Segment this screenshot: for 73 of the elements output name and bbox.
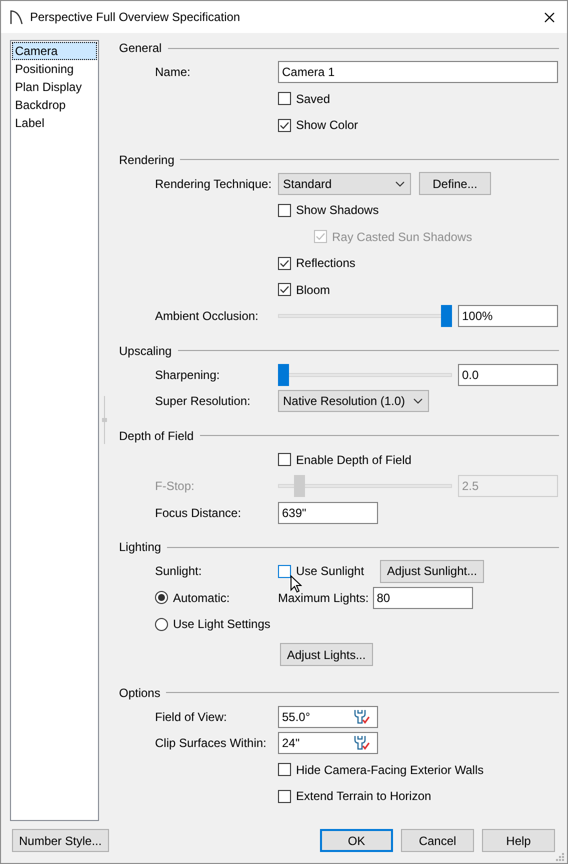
field-label: Clip Surfaces Within:: [155, 735, 268, 752]
field-label: Name:: [155, 64, 192, 82]
checkbox[interactable]: [278, 763, 291, 776]
checkbox[interactable]: [278, 790, 291, 803]
input-field[interactable]: 100%: [458, 305, 558, 328]
adjust-lights-button[interactable]: Adjust Lights...: [280, 643, 373, 666]
input-field[interactable]: 0.0: [458, 364, 558, 386]
dialog-button[interactable]: Cancel: [401, 829, 474, 852]
checkbox[interactable]: [278, 204, 291, 217]
checkbox-label: Hide Camera-Facing Exterior Walls: [296, 762, 484, 779]
window-title: Perspective Full Overview Specification: [30, 9, 240, 26]
checkbox-label: Extend Terrain to Horizon: [296, 788, 432, 806]
radio-button[interactable]: [155, 591, 168, 604]
slider-track[interactable]: [278, 364, 452, 386]
input-field[interactable]: 55.0°: [278, 706, 378, 728]
tool-check-icon[interactable]: [352, 735, 370, 750]
checkbox[interactable]: [278, 564, 291, 578]
section-heading: General: [119, 40, 162, 57]
section-heading: Options: [119, 684, 160, 702]
checkbox[interactable]: [278, 118, 291, 132]
adjust-sunlight-button[interactable]: Adjust Sunlight...: [380, 560, 484, 583]
number-style-button[interactable]: Number Style...: [12, 829, 109, 852]
field-label: F-Stop:: [155, 478, 196, 496]
checkbox-label: Show Color: [296, 117, 358, 134]
caret-icon: [395, 180, 405, 187]
dropdown[interactable]: Native Resolution (1.0): [278, 390, 430, 412]
checkbox-label: Saved: [296, 90, 330, 108]
sidebar-item[interactable]: Label: [12, 114, 97, 132]
checkbox-label: Use Sunlight: [296, 563, 364, 580]
field-label: Ambient Occlusion:: [155, 308, 260, 326]
slider-track[interactable]: [278, 305, 452, 328]
input-field[interactable]: 639": [278, 502, 378, 524]
checkbox[interactable]: [278, 453, 291, 466]
dialog-button[interactable]: Help: [482, 829, 555, 852]
input-field[interactable]: 24": [278, 732, 378, 754]
caret-icon: [413, 398, 424, 404]
close-icon[interactable]: [544, 12, 555, 22]
sidebar-item[interactable]: Positioning: [12, 60, 97, 78]
checkbox-label: Show Shadows: [296, 202, 379, 220]
input-field[interactable]: Camera 1: [278, 61, 558, 84]
section-heading: Upscaling: [119, 342, 172, 360]
sidebar-item[interactable]: Plan Display: [12, 78, 97, 96]
define-button[interactable]: Define...: [419, 172, 491, 196]
checkbox-label: Enable Depth of Field: [296, 452, 412, 469]
app-icon: [9, 9, 24, 25]
field-label: Sunlight:: [155, 563, 203, 580]
checkbox-label: Bloom: [296, 282, 330, 299]
checkbox[interactable]: [278, 283, 291, 296]
sidebar-item[interactable]: Camera: [12, 42, 97, 60]
checkbox[interactable]: [278, 256, 291, 270]
radio-label: Automatic:: [173, 590, 230, 607]
field-label: Super Resolution:: [155, 393, 252, 410]
field-label: Rendering Technique:: [155, 176, 273, 193]
section-heading: Depth of Field: [119, 428, 194, 444]
field-label: Focus Distance:: [155, 504, 242, 522]
radio-button[interactable]: [155, 618, 168, 631]
dropdown[interactable]: Standard: [278, 172, 411, 195]
field-label: Sharpening:: [155, 366, 221, 384]
resize-grip-icon[interactable]: [555, 852, 565, 862]
input-field[interactable]: 80: [372, 586, 473, 609]
field-label: Maximum Lights:: [278, 590, 369, 607]
sidebar-item[interactable]: Backdrop: [12, 96, 97, 114]
section-heading: Lighting: [119, 539, 162, 556]
checkbox-label: Reflections: [296, 255, 356, 272]
tool-check-icon[interactable]: [352, 708, 370, 724]
slider-thumb[interactable]: [441, 305, 452, 328]
dialog-button[interactable]: OK: [320, 829, 393, 852]
radio-label: Use Light Settings: [173, 616, 270, 634]
checkbox[interactable]: [278, 92, 291, 106]
section-heading: Rendering: [119, 152, 174, 168]
field-label: Field of View:: [155, 708, 228, 726]
slider-thumb[interactable]: [278, 364, 289, 386]
checkbox-label: Ray Casted Sun Shadows: [332, 228, 472, 246]
